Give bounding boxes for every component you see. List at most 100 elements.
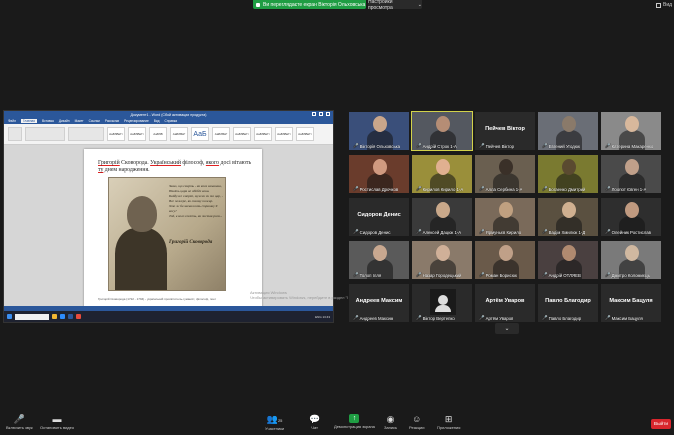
- paragraph-group: [68, 127, 104, 141]
- participant-tile[interactable]: 🎤 Дмитро Коломиєць: [600, 240, 662, 280]
- participants-count: 25: [277, 418, 283, 423]
- participant-name-label: 🎤 Катерина Макаренко: [605, 143, 653, 149]
- word-tab: Вид: [153, 119, 160, 123]
- stop-video-label: Остановить видео: [40, 425, 75, 430]
- style-gallery-item: АаБ: [191, 127, 209, 141]
- participant-display-name: Артём Уваров: [485, 298, 525, 304]
- participant-name-label: 🎤 Евгений Угодюк: [542, 143, 580, 149]
- muted-microphone-icon: 🎤: [353, 315, 359, 320]
- apps-label: Приложения: [437, 425, 461, 430]
- participant-name: Пейчев Віктор: [485, 143, 515, 149]
- zoom-icon: [60, 314, 65, 319]
- muted-microphone-icon: 🎤: [353, 229, 359, 234]
- participant-tile[interactable]: 🎤 Вадім Хмилюк 1-Д: [537, 197, 599, 237]
- word-tab: Справка: [164, 119, 178, 123]
- leave-label: Выйти: [653, 421, 669, 427]
- view-mode-button[interactable]: Вид: [656, 2, 672, 8]
- participant-tile[interactable]: Максим Бацуля 🎤 Максим Бацуля: [600, 283, 662, 323]
- browser-icon: [76, 314, 81, 319]
- participant-name: Олейник Ростислав: [611, 229, 651, 235]
- muted-microphone-icon: 🎤: [353, 186, 359, 191]
- document-area: Григорій Сковорода. Український філософ,…: [4, 145, 333, 319]
- participant-tile[interactable]: 🎤 Роман Борисюк: [474, 240, 536, 280]
- participant-tile[interactable]: 🎤 Катерина Макаренко: [600, 111, 662, 151]
- maximize-icon: [319, 112, 323, 116]
- explorer-icon: [52, 314, 57, 319]
- heading-text-part: якого: [205, 160, 220, 166]
- chat-label: Чат: [311, 425, 318, 430]
- participant-name: Кирилов Кирило 1-А: [422, 186, 464, 192]
- participant-name: Катерина Макаренко: [611, 143, 654, 149]
- participant-tile[interactable]: 🎤 Назар Городецький: [411, 240, 473, 280]
- portrait-signature: Григорій Сковорода: [169, 240, 213, 245]
- participant-tile[interactable]: Пейчев Віктор 🎤 Пейчев Віктор: [474, 111, 536, 151]
- gallery-next-page-button[interactable]: ⌄: [495, 323, 519, 334]
- apps-button[interactable]: ⊞ Приложения: [437, 414, 460, 430]
- participant-tile[interactable]: 🎤 Олейник Ростислав: [600, 197, 662, 237]
- participant-tile[interactable]: Андреев Максим 🎤 Андреев Максим: [348, 283, 410, 323]
- view-options-button[interactable]: Настройки просмотра ⌄: [368, 0, 422, 11]
- participant-name-label: 🎤 Роман Борисюк: [479, 272, 517, 278]
- view-mode-label: Вид: [663, 2, 673, 8]
- participant-name-label: 🎤 Андрій Строк 1-А: [416, 143, 457, 149]
- participant-tile[interactable]: 🎤 Віктор Вертепко: [411, 283, 473, 323]
- muted-microphone-icon: 🎤: [542, 315, 548, 320]
- share-indicator-icon: [256, 2, 260, 7]
- share-screen-button[interactable]: ↑ Демонстрация экрана: [334, 414, 375, 429]
- participant-tile[interactable]: 🎤 Толоп Ілля: [348, 240, 410, 280]
- stop-video-button[interactable]: ▬ Остановить видео: [40, 414, 74, 430]
- participant-tile[interactable]: 🎤 Андрій Строк 1-А: [411, 111, 473, 151]
- participant-name-label: 🎤 Вікторія Ольховська: [353, 143, 400, 149]
- participant-display-name: Сидоров Денис: [357, 212, 401, 218]
- participant-tile[interactable]: 🎤 Кирилов Кирило 1-А: [411, 154, 473, 194]
- participant-display-name: Андреев Максим: [355, 298, 403, 304]
- participant-tile[interactable]: 🎤 Ростислав Дрочков: [348, 154, 410, 194]
- word-tab: Файл: [8, 119, 16, 123]
- heading-text-part: Сковорода.: [119, 160, 151, 166]
- leave-meeting-button[interactable]: Выйти: [651, 419, 671, 429]
- reactions-label: Реакции: [409, 425, 425, 430]
- participant-name: Ярмуньєв Кирило: [485, 229, 522, 235]
- chat-icon: 💬: [309, 414, 321, 424]
- share-screen-icon: ↑: [349, 414, 360, 423]
- participant-tile[interactable]: Павло Благодир 🎤 Павло Благодир: [537, 283, 599, 323]
- participant-tile[interactable]: 🎤 Андрій ОТЛЯЕВ: [537, 240, 599, 280]
- reactions-button[interactable]: ☺ Реакции: [409, 414, 424, 430]
- portrait-figure: [115, 228, 167, 290]
- word-icon: [68, 314, 73, 319]
- participant-tile[interactable]: 🎤 Алексей Дацюк 1-А: [411, 197, 473, 237]
- participant-tile[interactable]: Сидоров Денис 🎤 Сидоров Денис: [348, 197, 410, 237]
- participant-tile[interactable]: 🎤 Вікторія Ольховська: [348, 111, 410, 151]
- unmute-button[interactable]: 🎤 Включить звук: [6, 414, 33, 430]
- participants-label: Участники: [265, 426, 285, 431]
- participant-name: Максим Бацуля: [611, 315, 643, 321]
- participant-name: Евгений Угодюк: [548, 143, 580, 149]
- participant-tile[interactable]: Артём Уваров 🎤 Артём Уваров: [474, 283, 536, 323]
- word-title-bar: Документ1 - Word (Сбой активации продукт…: [4, 111, 333, 118]
- muted-microphone-icon: 🎤: [479, 229, 485, 234]
- word-tab: Вставка: [41, 119, 54, 123]
- participant-tile[interactable]: 🎤 Алла Сербина 1-А: [474, 154, 536, 194]
- record-button[interactable]: ◉ Запись: [384, 414, 397, 430]
- chat-button[interactable]: 💬 Чат: [309, 414, 320, 430]
- participant-tile[interactable]: 🎤 Богаенко Дмитрий: [537, 154, 599, 194]
- participant-tile[interactable]: 🎤 Евгений Угодюк: [537, 111, 599, 151]
- participant-tile[interactable]: 🎤 Ярмуньєв Кирило: [474, 197, 536, 237]
- tray-clock: ENG 13:43: [315, 314, 330, 319]
- participant-name: Богаенко Дмитрий: [548, 186, 586, 192]
- participant-name-label: 🎤 Максим Бацуля: [605, 315, 643, 321]
- document-heading: Григорій Сковорода. Український філософ,…: [98, 160, 256, 174]
- participant-name-label: 🎤 Кирилов Кирило 1-А: [416, 186, 463, 192]
- participant-name: Алексей Дацюк 1-А: [422, 229, 462, 235]
- participant-tile[interactable]: 🎤 Лоопот Євген 1-А: [600, 154, 662, 194]
- default-avatar-icon: [430, 289, 456, 315]
- muted-microphone-icon: 🎤: [542, 143, 548, 148]
- participant-name-label: 🎤 Павло Благодир: [542, 315, 581, 321]
- participants-button[interactable]: 👥25 Участники: [265, 414, 284, 431]
- word-tab: Главная: [20, 119, 37, 123]
- participant-name-label: 🎤 Толоп Ілля: [353, 272, 381, 278]
- muted-microphone-icon: 🎤: [605, 272, 611, 277]
- apps-icon: ⊞: [444, 414, 453, 424]
- participant-name-label: 🎤 Андреев Максим: [353, 315, 393, 321]
- participant-display-name: Пейчев Віктор: [485, 126, 525, 132]
